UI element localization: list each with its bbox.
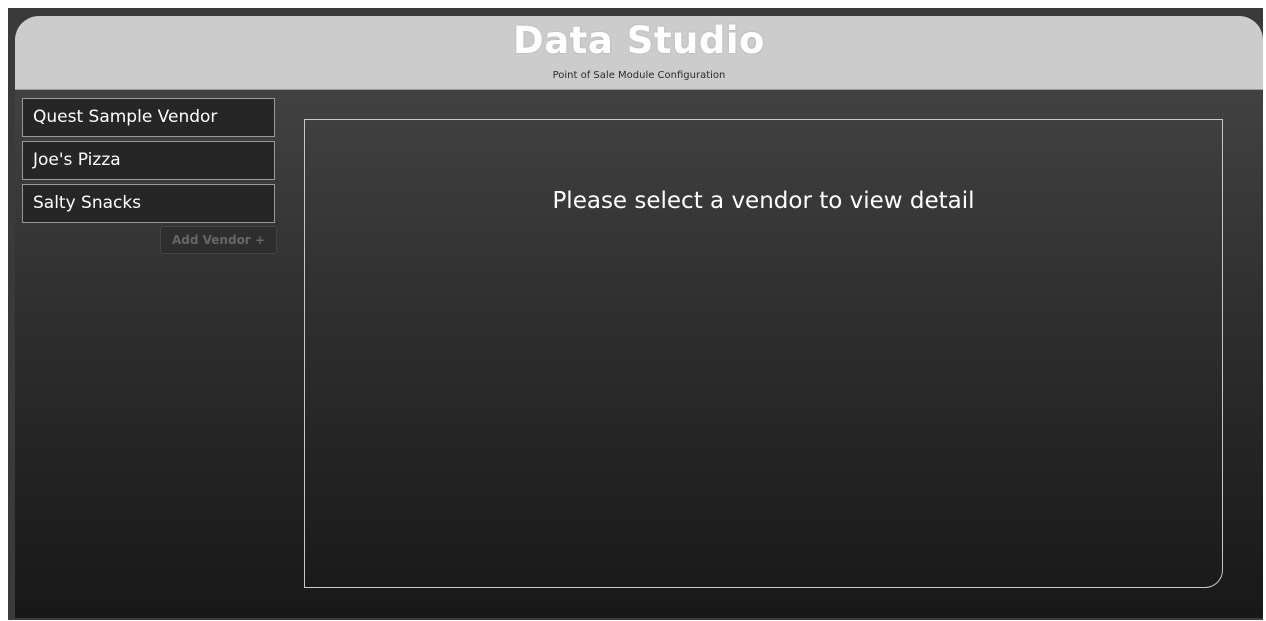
empty-state-message: Please select a vendor to view detail <box>552 188 975 214</box>
vendor-item-quest-sample-vendor[interactable]: Quest Sample Vendor <box>22 98 275 137</box>
add-vendor-button[interactable]: Add Vendor + <box>160 226 277 254</box>
vendor-item-salty-snacks[interactable]: Salty Snacks <box>22 184 275 223</box>
app-subtitle: Point of Sale Module Configuration <box>552 70 726 81</box>
vendor-list: Quest Sample Vendor Joe's Pizza Salty Sn… <box>22 98 275 227</box>
app-title: Data Studio <box>513 19 765 62</box>
vendor-detail-panel: Please select a vendor to view detail <box>304 119 1223 588</box>
vendor-item-joes-pizza[interactable]: Joe's Pizza <box>22 141 275 180</box>
app-container: Data Studio Point of Sale Module Configu… <box>15 16 1263 618</box>
app-header: Data Studio Point of Sale Module Configu… <box>15 16 1263 90</box>
